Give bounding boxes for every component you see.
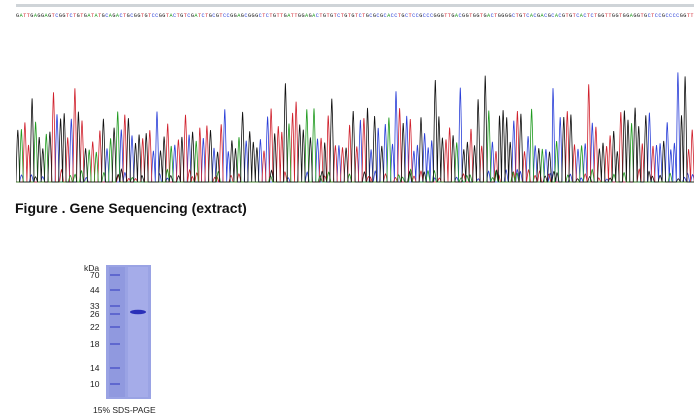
- chromatogram-traces: [15, 72, 696, 183]
- marker-lane: [109, 267, 125, 397]
- protein-band: [130, 309, 146, 315]
- marker-label: 10: [90, 379, 100, 389]
- marker-label: 70: [90, 270, 100, 280]
- gel-footer-label: 15% SDS-PAGE: [93, 405, 156, 415]
- gel-image: [106, 265, 151, 399]
- marker-label: 26: [90, 309, 100, 319]
- ladder-band: [110, 326, 120, 328]
- sequence-bases: GATTGAGGAGTCGGTCTGTGATATGCAGACTGCGGTGTCC…: [16, 4, 694, 19]
- ladder-band: [110, 367, 120, 369]
- marker-label: 44: [90, 285, 100, 295]
- sample-lane: [128, 267, 148, 397]
- figure-caption: Figure . Gene Sequencing (extract): [15, 200, 247, 216]
- ladder-band: [110, 383, 120, 385]
- ladder-band: [110, 343, 120, 345]
- chromatogram: [15, 66, 696, 188]
- marker-label: 14: [90, 363, 100, 373]
- ladder-band: [110, 305, 120, 307]
- ladder-band: [110, 289, 120, 291]
- marker-label: 18: [90, 339, 100, 349]
- sequence-strip: GATTGAGGAGTCGGTCTGTGATATGCAGACTGCGGTGTCC…: [16, 4, 694, 20]
- quality-bar: [16, 4, 694, 7]
- ladder-band: [110, 274, 120, 276]
- sequence-base: T: [690, 13, 693, 19]
- marker-label: 22: [90, 322, 100, 332]
- ladder-band: [110, 313, 120, 315]
- sds-page-gel: kDa 70 44 33 26 22 18 14 10: [70, 258, 190, 417]
